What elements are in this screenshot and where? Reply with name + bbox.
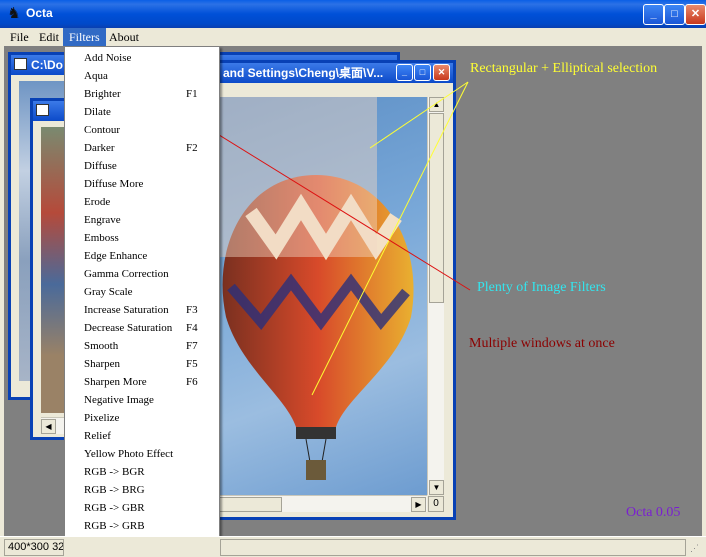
document-icon [36, 104, 49, 116]
filters-menu-item[interactable]: RGB -> GRB [65, 517, 219, 535]
filters-menu-item[interactable]: Sharpen More F6 [65, 373, 219, 391]
menu-about[interactable]: About [103, 28, 145, 46]
image-canvas[interactable] [206, 97, 427, 495]
version-label: Octa 0.05 [626, 505, 681, 520]
scroll-left-arrow-icon[interactable]: ◀ [41, 419, 56, 434]
menu-item-label: Diffuse More [84, 178, 144, 190]
filters-menu-item[interactable]: RGB -> GBR [65, 499, 219, 517]
filters-dropdown-menu: Add Noise Aqua Brighter F1 Dilate Contour Dark… [64, 46, 220, 554]
menu-item-label: Brighter [84, 88, 121, 100]
filters-menu-item[interactable]: Sharpen F5 [65, 355, 219, 373]
minimize-button[interactable]: _ [643, 4, 664, 25]
menu-item-label: Edge Enhance [84, 250, 148, 262]
child-maximize-button[interactable]: □ [414, 64, 431, 81]
menu-filters[interactable]: Filters [63, 28, 106, 46]
menu-item-shortcut: F4 [186, 322, 198, 334]
filters-menu-item[interactable]: Erode [65, 193, 219, 211]
menu-edit[interactable]: Edit [33, 28, 65, 46]
menu-item-label: Decrease Saturation [84, 322, 173, 334]
menu-item-shortcut: F1 [186, 88, 198, 100]
scroll-counter: 0 [428, 496, 444, 512]
maximize-button[interactable]: □ [664, 4, 685, 25]
filters-menu-item[interactable]: Smooth F7 [65, 337, 219, 355]
menu-item-label: Increase Saturation [84, 304, 169, 316]
menu-item-label: Sharpen More [84, 376, 147, 388]
menu-item-label: Yellow Photo Effect [84, 448, 174, 460]
window-titlebar: ♞ Octa _ □ ✕ [0, 0, 706, 28]
menu-item-label: RGB -> GBR [84, 502, 145, 514]
filters-menu-item[interactable]: Gray Scale [65, 283, 219, 301]
vertical-scroll-thumb[interactable] [429, 113, 444, 303]
filters-menu-item[interactable]: Pixelize [65, 409, 219, 427]
menu-item-label: Add Noise [84, 52, 132, 64]
menu-item-label: Negative Image [84, 394, 154, 406]
annotation-filters: Plenty of Image Filters [477, 280, 606, 295]
menu-file[interactable]: File [4, 28, 35, 46]
menu-item-label: Aqua [84, 70, 108, 82]
menu-item-label: Engrave [84, 214, 121, 226]
filters-menu-item[interactable]: Edge Enhance [65, 247, 219, 265]
filters-menu-item[interactable]: Darker F2 [65, 139, 219, 157]
filters-menu-item[interactable]: Increase Saturation F3 [65, 301, 219, 319]
close-button[interactable]: ✕ [685, 4, 706, 25]
scroll-down-arrow-icon[interactable]: ▼ [429, 480, 444, 495]
filters-menu-item[interactable]: Yellow Photo Effect [65, 445, 219, 463]
filters-menu-item[interactable]: Contour [65, 121, 219, 139]
octa-figure-icon: ♞ [7, 5, 21, 22]
window-title: Octa [26, 6, 53, 20]
menu-item-shortcut: F7 [186, 340, 198, 352]
menu-item-label: RGB -> BGR [84, 466, 145, 478]
child-minimize-button[interactable]: _ [396, 64, 413, 81]
menu-item-label: Gray Scale [84, 286, 133, 298]
filters-menu-item[interactable]: Brighter F1 [65, 85, 219, 103]
menu-item-label: Dilate [84, 106, 111, 118]
filters-menu-item[interactable]: RGB -> BGR [65, 463, 219, 481]
filters-menu-item[interactable]: Diffuse [65, 157, 219, 175]
menu-item-label: RGB -> GRB [84, 520, 145, 532]
filters-menu-item[interactable]: Dilate [65, 103, 219, 121]
menu-item-label: Emboss [84, 232, 119, 244]
menu-item-shortcut: F6 [186, 376, 198, 388]
status-color-depth: 32 [52, 541, 64, 553]
status-bar: 400*300 32 ⋰ [0, 536, 706, 557]
resize-grip-icon[interactable]: ⋰ [690, 543, 699, 554]
menu-item-label: Smooth [84, 340, 119, 352]
filters-menu-item[interactable]: Negative Image [65, 391, 219, 409]
menu-bar: File Edit Filters About [0, 28, 706, 46]
child-window-front[interactable]: and Settings\Cheng\桌面\V... _ □ ✕ ▲ ▼ ▶ 0 [200, 60, 456, 520]
document-icon [14, 58, 27, 70]
menu-item-label: Diffuse [84, 160, 117, 172]
status-pane: 400*300 32 [4, 539, 64, 556]
menu-item-label: RGB -> BRG [84, 484, 145, 496]
menu-item-label: Relief [84, 430, 111, 442]
menu-item-shortcut: F3 [186, 304, 198, 316]
status-image-size: 400*300 [8, 541, 49, 553]
filters-menu-item[interactable]: Aqua [65, 67, 219, 85]
filters-menu-item[interactable]: Add Noise [65, 49, 219, 67]
scroll-up-arrow-icon[interactable]: ▲ [429, 97, 444, 112]
menu-item-shortcut: F2 [186, 142, 198, 154]
menu-item-shortcut: F5 [186, 358, 198, 370]
filters-menu-item[interactable]: Diffuse More [65, 175, 219, 193]
balloon-photo [206, 97, 414, 480]
menu-item-label: Pixelize [84, 412, 120, 424]
filters-menu-item[interactable]: Decrease Saturation F4 [65, 319, 219, 337]
menu-item-label: Contour [84, 124, 121, 136]
menu-item-label: Erode [84, 196, 111, 208]
filters-menu-item[interactable]: Emboss [65, 229, 219, 247]
menu-item-label: Gamma Correction [84, 268, 169, 280]
status-pane-main [220, 539, 686, 556]
scroll-right-arrow-icon[interactable]: ▶ [411, 497, 426, 512]
menu-item-label: Darker [84, 142, 115, 154]
annotation-windows: Multiple windows at once [469, 336, 615, 351]
filters-menu-item[interactable]: Gamma Correction [65, 265, 219, 283]
menu-item-label: Sharpen [84, 358, 121, 370]
annotation-selection: Rectangular + Elliptical selection [470, 61, 658, 76]
child-close-button[interactable]: ✕ [433, 64, 450, 81]
horizontal-scrollbar[interactable]: ▶ [206, 495, 427, 512]
filters-menu-item[interactable]: Engrave [65, 211, 219, 229]
vertical-scrollbar[interactable]: ▲ ▼ [427, 97, 444, 495]
filters-menu-item[interactable]: Relief [65, 427, 219, 445]
filters-menu-item[interactable]: RGB -> BRG [65, 481, 219, 499]
